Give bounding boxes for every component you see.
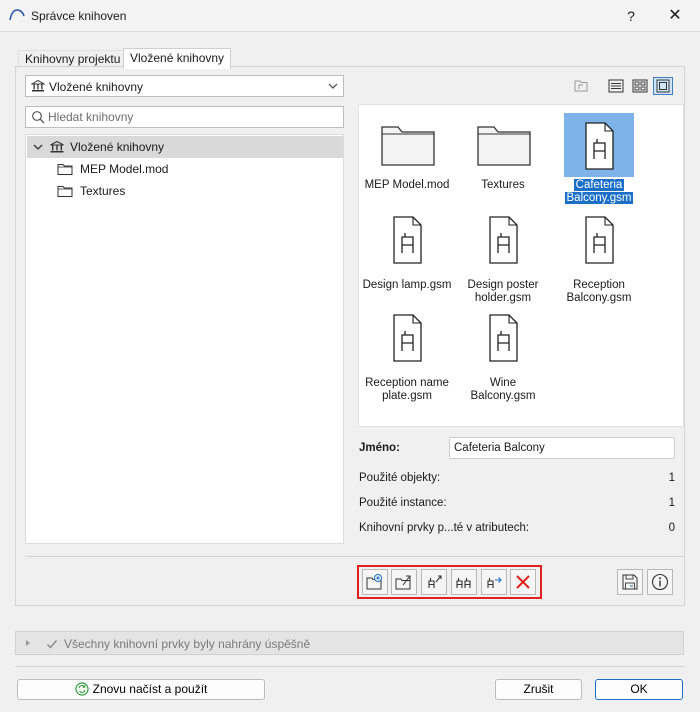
status-text: Všechny knihovní prvky byly nahrány úspě… xyxy=(64,637,311,651)
tree-item-textures[interactable]: Textures xyxy=(27,180,343,202)
info-icon xyxy=(651,573,669,591)
chair-object-icon xyxy=(585,216,614,264)
export-object-button[interactable] xyxy=(421,569,447,595)
grid-item-design-lamp[interactable]: Design lamp.gsm xyxy=(359,209,455,303)
grid-item-label: MEP Model.mod xyxy=(364,179,450,191)
grid-item-label: Reception Balcony.gsm xyxy=(566,279,632,304)
tree-item-label: MEP Model.mod xyxy=(80,162,169,176)
attribute-items-value: 0 xyxy=(668,522,675,534)
grid-item-wine-balcony[interactable]: Wine Balcony.gsm xyxy=(455,307,551,402)
chair-object-icon xyxy=(564,113,634,177)
library-search[interactable] xyxy=(25,106,344,128)
grid-item-label: Design lamp.gsm xyxy=(362,279,452,291)
used-objects-value: 1 xyxy=(668,472,675,484)
reload-and-apply-button[interactable]: Znovu načíst a použít xyxy=(17,679,265,700)
large-icons-view-button[interactable] xyxy=(653,77,673,95)
divider xyxy=(15,666,685,667)
chair-export-icon xyxy=(428,575,442,588)
name-field[interactable]: Cafeteria Balcony xyxy=(449,437,675,459)
divider xyxy=(25,556,685,557)
add-library-button[interactable] xyxy=(362,569,388,595)
checkmark-icon xyxy=(47,640,58,649)
grid-item-reception-balcony[interactable]: Reception Balcony.gsm xyxy=(551,209,647,304)
folder-add-icon xyxy=(366,574,382,590)
reload-icon xyxy=(75,682,89,696)
chair-object-icon xyxy=(489,314,518,362)
library-source-value: Vložené knihovny xyxy=(49,80,144,94)
ok-button[interactable]: OK xyxy=(595,679,683,700)
library-icon xyxy=(50,140,64,153)
chair-move-icon xyxy=(487,577,502,588)
delete-icon xyxy=(516,575,530,589)
used-instances-value: 1 xyxy=(668,497,675,509)
cancel-button[interactable]: Zrušit xyxy=(495,679,582,700)
list-view-icon[interactable] xyxy=(606,77,626,95)
status-bar[interactable]: Všechny knihovní prvky byly nahrány úspě… xyxy=(15,631,684,655)
tree-item-label: Textures xyxy=(80,184,126,198)
chair-object-icon xyxy=(393,216,422,264)
search-input[interactable] xyxy=(48,109,338,125)
window-title: Správce knihoven xyxy=(31,9,127,23)
tree-item-label: Vložené knihovny xyxy=(70,140,165,154)
attribute-items-label: Knihovní prvky p...té v atributech: xyxy=(359,522,530,534)
app-logo-icon xyxy=(9,9,25,21)
chevron-right-icon xyxy=(26,640,30,646)
tree-item-embedded-libraries[interactable]: Vložené knihovny xyxy=(27,136,343,158)
grid-item-reception-name-plate[interactable]: Reception name plate.gsm xyxy=(359,307,455,402)
folder-icon xyxy=(57,186,73,197)
tab-embedded-libraries[interactable]: Vložené knihovny xyxy=(123,48,232,69)
chevron-down-icon xyxy=(328,83,338,89)
library-tree: Vložené knihovny MEP Model.mod Textures xyxy=(25,134,344,544)
grid-item-label: Wine Balcony.gsm xyxy=(470,377,536,402)
chair-object-icon xyxy=(393,314,422,362)
close-button[interactable]: ✕ xyxy=(664,5,686,27)
grid-item-design-poster-holder[interactable]: Design poster holder.gsm xyxy=(455,209,551,304)
library-icon xyxy=(31,79,45,92)
name-label: Jméno: xyxy=(359,442,400,454)
delete-button[interactable] xyxy=(510,569,536,595)
parent-folder-icon[interactable] xyxy=(571,77,591,95)
grid-item-mep-model[interactable]: MEP Model.mod xyxy=(359,109,455,203)
used-instances-label: Použité instance: xyxy=(359,497,447,509)
used-objects-label: Použité objekty: xyxy=(359,472,441,484)
library-source-select[interactable]: Vložené knihovny xyxy=(25,75,344,97)
small-icons-view-icon[interactable] xyxy=(630,77,650,95)
export-folder-button[interactable] xyxy=(391,569,417,595)
chairs-icon xyxy=(456,578,471,588)
help-button[interactable]: ? xyxy=(620,5,642,27)
folder-icon xyxy=(477,126,531,166)
reload-label: Znovu načíst a použít xyxy=(92,682,208,696)
grid-item-label: Design poster holder.gsm xyxy=(467,279,539,304)
move-object-button[interactable] xyxy=(481,569,507,595)
grid-item-label: Cafeteria Balcony.gsm xyxy=(564,179,634,204)
info-button[interactable] xyxy=(647,569,673,595)
save-icon xyxy=(622,574,638,590)
folder-icon xyxy=(57,164,73,175)
large-icons-view-icon xyxy=(656,79,670,93)
grid-item-label: Reception name plate.gsm xyxy=(365,377,449,402)
folder-icon xyxy=(381,126,435,166)
tree-item-mep-model[interactable]: MEP Model.mod xyxy=(27,158,343,180)
objects-button[interactable] xyxy=(451,569,477,595)
grid-item-label: Textures xyxy=(481,179,525,191)
search-icon xyxy=(32,111,45,124)
library-items-grid: MEP Model.mod Textures Cafeteria Balcony.… xyxy=(358,104,684,427)
grid-item-textures[interactable]: Textures xyxy=(455,109,551,203)
title-bar: Správce knihoven ? ✕ xyxy=(0,0,700,32)
grid-item-cafeteria-balcony[interactable]: Cafeteria Balcony.gsm xyxy=(551,109,647,205)
chair-object-icon xyxy=(489,216,518,264)
chevron-down-icon[interactable] xyxy=(33,142,43,152)
folder-export-icon xyxy=(395,575,411,590)
save-button[interactable] xyxy=(617,569,643,595)
